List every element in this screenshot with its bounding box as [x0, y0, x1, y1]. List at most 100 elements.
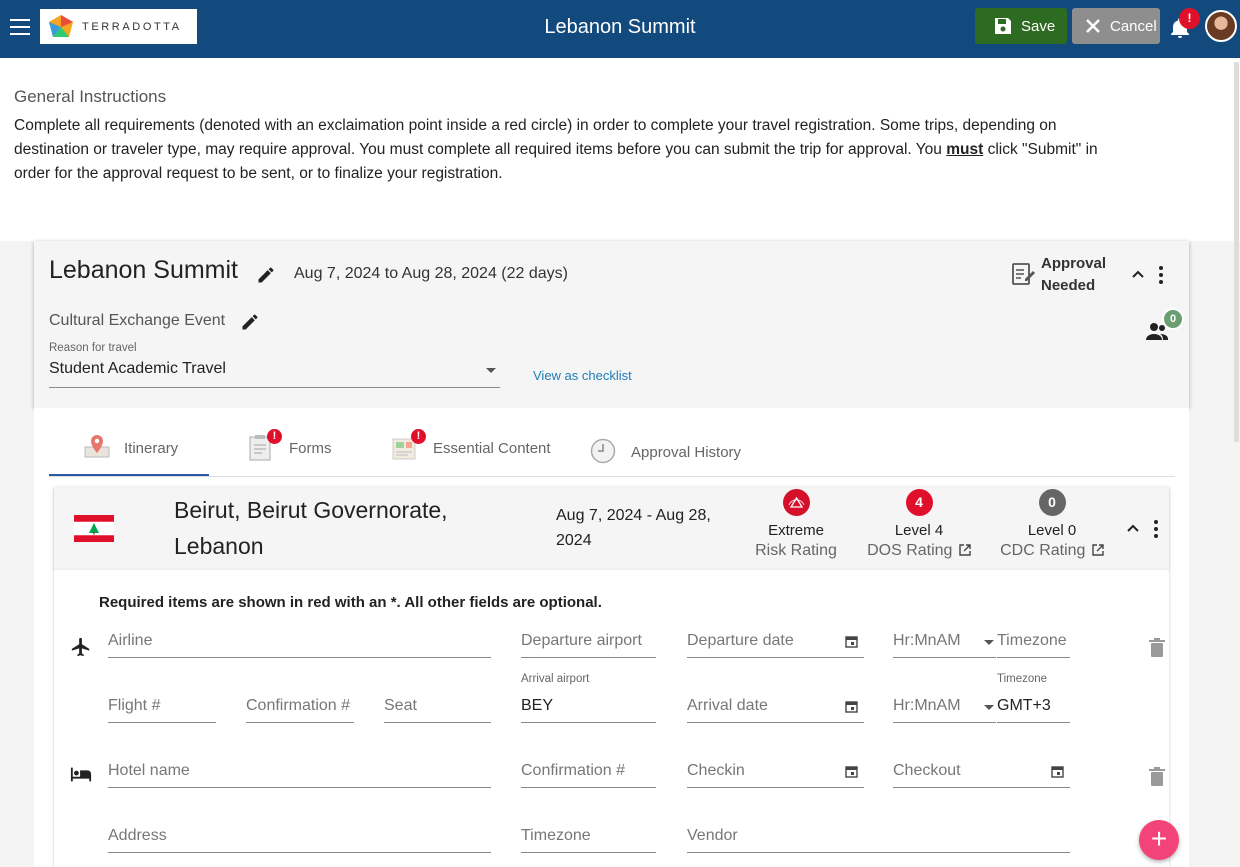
rating-level: Level 4	[894, 522, 944, 539]
hotel-confirmation-field[interactable]: Confirmation #	[521, 758, 656, 788]
dropdown-caret-icon	[984, 640, 994, 645]
view-as-checklist-link[interactable]: View as checklist	[533, 368, 632, 383]
avatar[interactable]	[1205, 10, 1237, 42]
dos-rating-badge: 4	[905, 489, 933, 516]
arrival-date-field[interactable]: Arrival date	[687, 693, 864, 723]
arrival-airport-field[interactable]: Arrival airport BEY	[521, 673, 656, 723]
event-type: Cultural Exchange Event	[49, 312, 226, 329]
trip-dates: Aug 7, 2024 to Aug 28, 2024 (22 days)	[294, 265, 568, 282]
bed-icon	[70, 767, 92, 782]
reason-value: Student Academic Travel	[49, 360, 226, 377]
flight-number-field[interactable]: Flight #	[108, 693, 216, 723]
destination-more-options-icon[interactable]	[1153, 520, 1159, 538]
address-placeholder: Address	[108, 827, 167, 844]
trip-card: Lebanon Summit Aug 7, 2024 to Aug 28, 20…	[34, 241, 1189, 408]
hotel-timezone-placeholder: Timezone	[521, 827, 591, 844]
departure-time-field[interactable]: Hr:MnAM	[893, 628, 996, 658]
logo-mark-icon	[48, 14, 74, 40]
arrival-timezone-field[interactable]: Timezone GMT+3	[997, 673, 1070, 723]
flight-number-placeholder: Flight #	[108, 697, 161, 714]
alert-badge: !	[267, 429, 282, 444]
edit-title-icon[interactable]	[256, 265, 276, 285]
seat-placeholder: Seat	[384, 697, 417, 714]
travelers-count-badge: 0	[1162, 308, 1184, 330]
rating-name: DOS Rating	[867, 542, 953, 559]
save-icon	[995, 18, 1011, 34]
instructions-panel: General Instructions Complete all requir…	[0, 58, 1240, 241]
checkin-placeholder: Checkin	[687, 762, 745, 779]
vendor-field[interactable]: Vendor	[687, 823, 1070, 853]
departure-time-placeholder: Hr:MnAM	[893, 632, 961, 649]
departure-date-placeholder: Departure date	[687, 632, 794, 649]
seat-field[interactable]: Seat	[384, 693, 491, 723]
hotel-timezone-field[interactable]: Timezone	[521, 823, 656, 853]
cancel-button[interactable]: Cancel	[1072, 8, 1160, 44]
trip-title: Lebanon Summit	[49, 256, 239, 284]
instructions-title: General Instructions	[14, 87, 167, 106]
cdc-rating[interactable]: 0 Level 0 CDC Rating	[998, 489, 1106, 560]
arrival-time-field[interactable]: Hr:MnAM	[893, 693, 996, 723]
essential-content-icon: !	[392, 429, 426, 461]
hotel-name-field[interactable]: Hotel name	[108, 758, 491, 788]
delete-hotel-icon[interactable]	[1149, 767, 1165, 787]
departure-airport-field[interactable]: Departure airport	[521, 628, 656, 658]
calendar-icon[interactable]	[845, 700, 858, 713]
tab-label: Itinerary	[124, 440, 179, 457]
tab-itinerary[interactable]: Itinerary	[84, 433, 178, 477]
departure-timezone-field[interactable]: Timezone	[997, 628, 1070, 658]
tab-label: Essential Content	[433, 440, 551, 457]
hotel-confirmation-placeholder: Confirmation #	[521, 762, 626, 779]
arrival-airport-value: BEY	[521, 697, 554, 714]
dropdown-caret-icon	[486, 368, 496, 373]
arrival-timezone-value: GMT+3	[997, 697, 1051, 714]
checkout-placeholder: Checkout	[893, 762, 961, 779]
save-label: Save	[1021, 17, 1056, 35]
destination-header: Beirut, Beirut Governorate, Lebanon Aug …	[54, 487, 1169, 570]
hotel-name-placeholder: Hotel name	[108, 762, 190, 779]
flight-confirmation-placeholder: Confirmation #	[246, 697, 351, 714]
departure-timezone-placeholder: Timezone	[997, 632, 1067, 649]
arrival-date-placeholder: Arrival date	[687, 697, 768, 714]
calendar-icon[interactable]	[845, 635, 858, 648]
address-field[interactable]: Address	[108, 823, 491, 853]
instructions-text: Complete all requirements (denoted with …	[14, 114, 1114, 186]
map-pin-icon	[84, 435, 110, 458]
scrollbar[interactable]	[1234, 62, 1239, 442]
flight-confirmation-field[interactable]: Confirmation #	[246, 693, 354, 723]
page-title: Lebanon Summit	[544, 16, 696, 38]
destination-body: Required items are shown in red with an …	[54, 570, 1169, 867]
edit-event-type-icon[interactable]	[240, 312, 260, 332]
instructions-text-part: Complete all requirements (denoted with …	[14, 117, 1057, 158]
notification-badge: !	[1179, 8, 1200, 29]
arrival-time-placeholder: Hr:MnAM	[893, 697, 961, 714]
trip-more-options-icon[interactable]	[1158, 266, 1164, 284]
external-link-icon[interactable]	[959, 544, 971, 556]
collapse-destination-icon[interactable]	[1125, 520, 1141, 536]
forms-icon: !	[249, 429, 282, 461]
brand-logo[interactable]: TERRADOTTA	[40, 9, 197, 44]
collapse-trip-icon[interactable]	[1130, 266, 1146, 282]
instructions-emphasis: must	[946, 141, 984, 158]
cancel-label: Cancel	[1110, 17, 1157, 35]
add-item-button[interactable]: +	[1139, 820, 1179, 860]
rating-name: CDC Rating	[1000, 542, 1086, 559]
reason-label: Reason for travel	[49, 342, 137, 354]
calendar-icon[interactable]	[1051, 765, 1064, 778]
departure-date-field[interactable]: Departure date	[687, 628, 864, 658]
calendar-icon[interactable]	[845, 765, 858, 778]
checkout-field[interactable]: Checkout	[893, 758, 1070, 788]
delete-flight-icon[interactable]	[1149, 638, 1165, 658]
external-link-icon[interactable]	[1092, 544, 1104, 556]
airline-placeholder: Airline	[108, 632, 153, 649]
approval-document-icon	[1012, 263, 1035, 285]
dos-rating[interactable]: 4 Level 4 DOS Rating	[866, 489, 972, 560]
reason-select[interactable]: Student Academic Travel	[49, 360, 500, 388]
rating-level: Level 0	[1027, 522, 1077, 539]
tab-forms[interactable]: ! Forms	[249, 429, 332, 477]
tab-essential-content[interactable]: ! Essential Content	[392, 429, 551, 477]
rating-name-row: DOS Rating	[866, 542, 972, 560]
menu-icon[interactable]	[10, 19, 30, 35]
save-button[interactable]: Save	[975, 8, 1067, 44]
airline-field[interactable]: Airline	[108, 628, 491, 658]
checkin-field[interactable]: Checkin	[687, 758, 864, 788]
